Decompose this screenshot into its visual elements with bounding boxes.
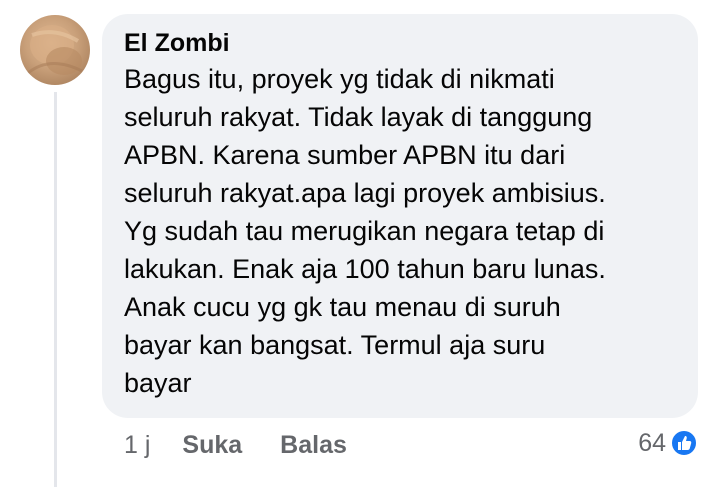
- reaction-count: 64: [638, 428, 666, 457]
- comment-text: Bagus itu, proyek yg tidak di nikmati se…: [124, 64, 606, 398]
- like-button[interactable]: Suka: [182, 431, 242, 460]
- reaction-summary[interactable]: 64: [638, 426, 698, 460]
- comment-actions: 1 j Suka Balas: [124, 428, 385, 462]
- avatar-image: [27, 25, 83, 75]
- comment-bubble: El Zombi Bagus itu, proyek yg tidak di n…: [102, 14, 698, 418]
- reply-button[interactable]: Balas: [280, 431, 347, 460]
- like-icon: [670, 429, 698, 457]
- comment-author[interactable]: El Zombi: [124, 28, 678, 60]
- thread-line: [54, 92, 57, 487]
- avatar[interactable]: [20, 15, 90, 85]
- comment-timestamp[interactable]: 1 j: [124, 431, 150, 460]
